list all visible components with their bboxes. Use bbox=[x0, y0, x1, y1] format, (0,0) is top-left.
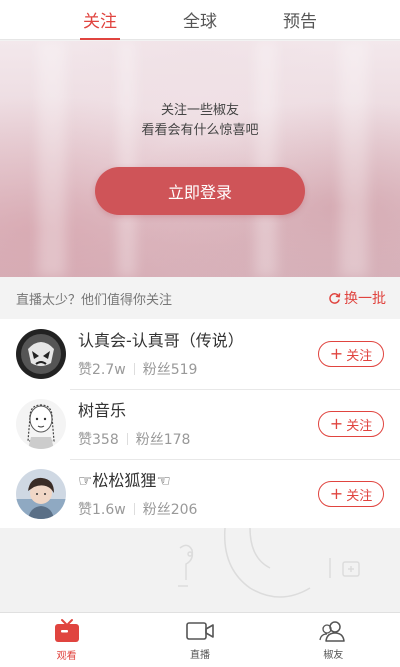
list-item[interactable]: 认真会-认真哥（传说） 赞2.7w 粉丝519 + 关注 bbox=[0, 319, 400, 389]
friends-icon bbox=[319, 621, 346, 642]
bottom-nav: 观看 直播 椒友 bbox=[0, 612, 400, 667]
fans-count: 粉丝178 bbox=[135, 432, 191, 448]
nav-friends[interactable]: 椒友 bbox=[267, 613, 400, 667]
like-count: 赞358 bbox=[78, 432, 119, 448]
follow-button[interactable]: + 关注 bbox=[318, 341, 384, 367]
recommend-tip: 直播太少？他们值得你关注 bbox=[16, 292, 173, 308]
nav-label: 观看 bbox=[56, 651, 77, 662]
follow-button[interactable]: + 关注 bbox=[318, 411, 384, 437]
nav-live[interactable]: 直播 bbox=[133, 613, 266, 667]
nav-label: 椒友 bbox=[323, 650, 344, 661]
avatar[interactable] bbox=[16, 329, 66, 379]
user-name: 树音乐 bbox=[78, 401, 127, 420]
list-item[interactable]: 树音乐 赞358 粉丝178 + 关注 bbox=[0, 389, 400, 459]
recommend-header: 直播太少？他们值得你关注 换一批 bbox=[0, 277, 400, 319]
nav-watch[interactable]: 观看 bbox=[0, 613, 133, 667]
tv-icon bbox=[54, 619, 79, 642]
avatar[interactable] bbox=[16, 399, 66, 449]
user-name: 认真会-认真哥（传说） bbox=[78, 331, 244, 350]
fans-count: 粉丝519 bbox=[142, 362, 198, 378]
hero-line-2: 看看会有什么惊喜吧 bbox=[141, 123, 259, 138]
user-name: ☞松松狐狸☜ bbox=[78, 471, 171, 490]
like-count: 赞2.7w bbox=[78, 362, 126, 378]
camera-icon bbox=[186, 622, 214, 640]
avatar[interactable] bbox=[16, 469, 66, 519]
login-button[interactable]: 立即登录 bbox=[95, 167, 305, 215]
follow-button[interactable]: + 关注 bbox=[318, 481, 384, 507]
recommend-user-list: 认真会-认真哥（传说） 赞2.7w 粉丝519 + 关注 树音乐 赞358 粉丝178 bbox=[0, 319, 400, 528]
list-item[interactable]: ☞松松狐狸☜ 赞1.6w 粉丝206 + 关注 bbox=[0, 459, 400, 529]
login-hero: 关注一些椒友 看看会有什么惊喜吧 立即登录 bbox=[0, 41, 400, 277]
refresh-label: 换一批 bbox=[344, 291, 386, 307]
tab-preview[interactable]: 预告 bbox=[283, 0, 317, 40]
nav-label: 直播 bbox=[189, 650, 210, 661]
refresh-button[interactable]: 换一批 bbox=[328, 288, 386, 308]
like-count: 赞1.6w bbox=[78, 502, 126, 518]
tab-follow[interactable]: 关注 bbox=[83, 0, 117, 40]
hero-line-1: 关注一些椒友 bbox=[160, 103, 239, 118]
fans-count: 粉丝206 bbox=[142, 502, 198, 518]
refresh-icon bbox=[329, 292, 341, 304]
top-tab-bar: 关注 全球 预告 bbox=[0, 0, 400, 40]
background-illustration bbox=[178, 528, 360, 598]
tab-global[interactable]: 全球 bbox=[183, 0, 217, 40]
